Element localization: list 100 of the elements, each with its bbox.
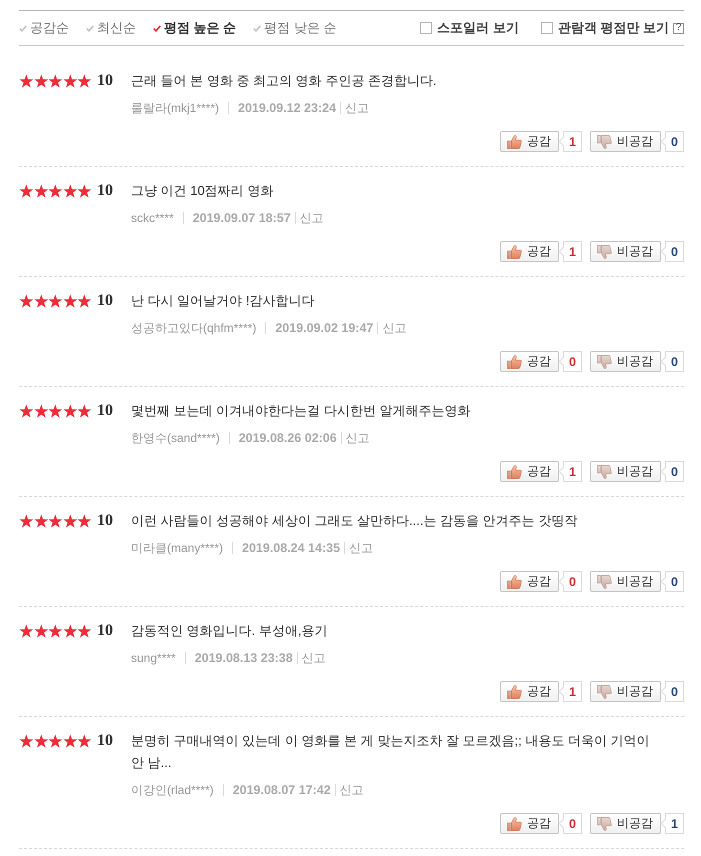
like-button[interactable]: 공감 — [500, 351, 559, 372]
star-icon — [19, 734, 34, 748]
dislike-button[interactable]: 비공감 — [590, 813, 661, 834]
like-button[interactable]: 공감 — [500, 681, 559, 702]
star-icon — [19, 294, 34, 308]
thumbs-down-icon — [597, 574, 612, 588]
checkbox[interactable] — [540, 22, 553, 34]
thumbs-up-icon — [507, 354, 522, 368]
review-author: 룰랄라(mkj1****) — [131, 100, 220, 116]
star-icon — [48, 734, 63, 748]
star-icon — [77, 294, 92, 308]
thumbs-down-icon — [597, 684, 612, 698]
star-icon — [62, 404, 78, 418]
review-date: 2019.08.24 14:35 — [242, 541, 340, 555]
review-date: 2019.09.12 23:24 — [238, 101, 336, 115]
star-icon — [48, 624, 63, 638]
star-icon — [62, 184, 78, 198]
thumbs-down-icon — [597, 464, 612, 478]
dislike-count: 0 — [661, 241, 684, 262]
thumbs-down-icon — [597, 134, 612, 148]
review-date: 2019.08.07 17:42 — [232, 783, 331, 797]
star-icon — [19, 74, 34, 88]
star-icon — [77, 514, 92, 528]
star-icon — [62, 734, 78, 748]
dislike-button[interactable]: 비공감 — [590, 241, 661, 262]
star-icon — [48, 514, 63, 528]
dislike-count: 0 — [661, 681, 684, 702]
dislike-button[interactable]: 비공감 — [590, 571, 661, 592]
thumbs-up-icon — [507, 574, 522, 588]
checkbox[interactable] — [420, 22, 432, 34]
thumbs-up-icon — [507, 134, 522, 148]
dislike-button[interactable]: 비공감 — [590, 461, 661, 482]
checkbox-label[interactable]: 스포일러 보기 — [437, 19, 519, 37]
checkbox-label[interactable]: 관람객 평점만 보기 — [558, 19, 669, 37]
like-count: 1 — [559, 131, 582, 152]
review-text: 몇번째 보는데 이겨내야한다는걸 다시한번 알게해주는영화 — [131, 402, 472, 420]
star-icon — [48, 184, 63, 198]
review-author: sung**** — [131, 651, 176, 665]
rating-score: 10 — [97, 181, 114, 201]
like-count: 1 — [559, 681, 582, 702]
thumbs-up-icon — [507, 816, 522, 830]
check-icon — [86, 24, 94, 32]
rating-score: 10 — [97, 71, 114, 91]
thumbs-up-icon — [507, 244, 522, 258]
sort-option[interactable]: 최신순 — [86, 19, 136, 37]
review-text: 근래 들어 본 영화 중 최고의 영화 주인공 존경합니다. — [131, 72, 438, 90]
review-author: 미라클(many****) — [131, 540, 224, 556]
star-icon — [34, 184, 48, 198]
dislike-button[interactable]: 비공감 — [590, 131, 661, 152]
review-text: 분명히 구매내역이 있는데 이 영화를 본 게 맞는지조차 잘 모르겠음;; 내용도 더욱이 기억이 안 남... — [131, 732, 651, 772]
sort-option[interactable]: 평점 높은 순 — [153, 19, 236, 37]
star-icon — [34, 624, 48, 638]
like-button[interactable]: 공감 — [500, 131, 559, 152]
like-button[interactable]: 공감 — [500, 813, 559, 834]
review-text: 이런 사람들이 성공해야 세상이 그래도 살만하다....는 감동을 안겨주는 갓띵작 — [131, 512, 578, 530]
dislike-button[interactable]: 비공감 — [590, 351, 661, 372]
like-button[interactable]: 공감 — [500, 461, 559, 482]
dislike-button[interactable]: 비공감 — [590, 681, 661, 702]
thumbs-up-icon — [507, 684, 522, 698]
star-icon — [77, 184, 92, 198]
sort-option[interactable]: 평점 낮은 순 — [253, 19, 336, 37]
star-icon — [62, 514, 78, 528]
rating-score: 10 — [97, 401, 114, 421]
like-button[interactable]: 공감 — [500, 241, 559, 262]
like-button[interactable]: 공감 — [500, 571, 559, 592]
check-icon — [19, 24, 27, 32]
like-count: 1 — [559, 461, 582, 482]
dislike-count: 0 — [661, 131, 684, 152]
star-icon — [34, 514, 48, 528]
review-date: 2019.08.26 02:06 — [238, 431, 337, 445]
star-icon — [77, 74, 92, 88]
dislike-count: 0 — [661, 461, 684, 482]
rating-score: 10 — [97, 291, 114, 311]
rating-score: 10 — [97, 511, 114, 531]
like-count: 0 — [559, 813, 582, 834]
dislike-count: 0 — [661, 351, 684, 372]
star-icon — [48, 74, 63, 88]
star-icon — [19, 514, 34, 528]
star-icon — [48, 294, 63, 308]
review-text: 감동적인 영화입니다. 부성애,용기 — [131, 622, 328, 640]
review-author: 이강인(rlad****) — [131, 782, 214, 798]
thumbs-down-icon — [597, 816, 612, 830]
check-icon — [253, 24, 262, 32]
star-icon — [62, 624, 78, 638]
star-icon — [34, 74, 48, 88]
like-count: 0 — [559, 571, 582, 592]
star-icon — [19, 624, 34, 638]
review-text: 난 다시 일어날거야 !감사합니다 — [131, 292, 316, 310]
like-count: 0 — [559, 351, 582, 372]
help-button[interactable]: ? — [673, 22, 684, 34]
thumbs-down-icon — [597, 244, 612, 258]
thumbs-up-icon — [507, 464, 522, 478]
thumbs-down-icon — [597, 354, 612, 368]
review-author: 한영수(sand****) — [131, 430, 220, 446]
review-date: 2019.09.02 19:47 — [275, 321, 374, 335]
review-text: 그냥 이건 10점짜리 영화 — [131, 182, 274, 200]
star-icon — [77, 734, 92, 748]
sort-option[interactable]: 공감순 — [19, 19, 69, 37]
dislike-count: 1 — [661, 813, 684, 834]
star-icon — [48, 404, 63, 418]
